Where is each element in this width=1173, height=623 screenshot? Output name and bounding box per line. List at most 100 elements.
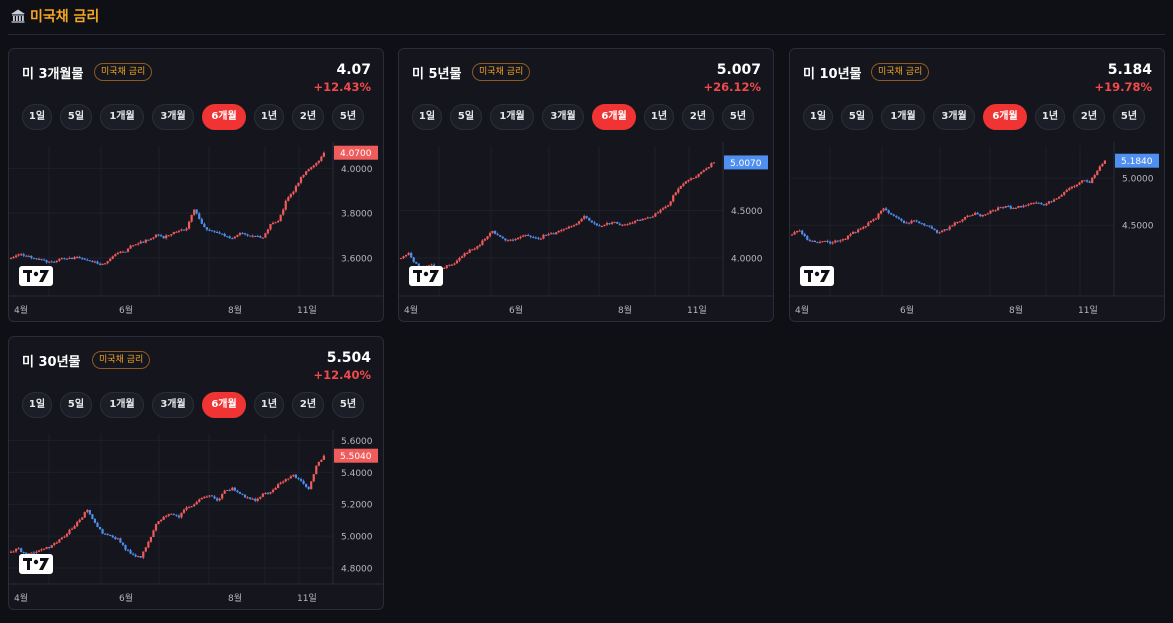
price-chart[interactable]: 5.0000 4.5000 5.1840 4월 6월 8월 11일 — [790, 142, 1165, 322]
candle-body — [483, 239, 487, 241]
candle-body — [78, 519, 81, 523]
period-button[interactable]: 2년 — [1073, 104, 1105, 130]
candle-body — [928, 225, 931, 227]
candle-body — [198, 213, 201, 219]
candle-body — [91, 514, 94, 520]
candle-body — [193, 504, 196, 507]
candle-body — [218, 498, 221, 501]
period-button[interactable]: 1년 — [254, 392, 284, 418]
candle-body — [20, 548, 23, 552]
candle-body — [628, 223, 632, 225]
candle-body — [864, 226, 867, 228]
period-button[interactable]: 5년 — [332, 104, 364, 130]
period-button[interactable]: 1개월 — [100, 104, 144, 130]
period-button[interactable]: 3개월 — [152, 392, 194, 418]
candle-body — [867, 222, 870, 227]
candle-body — [1035, 202, 1038, 204]
candle-body — [593, 222, 596, 224]
price-chart[interactable]: 5.6000 5.4000 5.2000 5.0000 4.8000 5.5040 4월 6월… — [9, 430, 384, 610]
x-tick-label: 8월 — [228, 592, 242, 604]
period-button[interactable]: 5일 — [60, 392, 92, 418]
candle-body — [317, 160, 320, 163]
logo-dot — [423, 271, 429, 277]
candle-body — [501, 236, 504, 239]
period-button[interactable]: 2년 — [682, 104, 714, 130]
period-button[interactable]: 1일 — [22, 392, 52, 418]
price-chart[interactable]: 4.5000 4.0000 5.0070 4월 6월 8월 11일 — [399, 142, 774, 322]
candle-body — [846, 235, 850, 240]
period-button[interactable]: 6개월 — [202, 392, 246, 418]
logo-stem — [417, 270, 420, 282]
candle-body — [907, 222, 911, 224]
candle-body — [443, 267, 446, 269]
candle-body — [12, 551, 15, 553]
price-chart[interactable]: 4.0000 3.8000 3.6000 4.0700 4월 6월 8월 11일 — [9, 142, 384, 322]
period-button[interactable]: 3개월 — [933, 104, 975, 130]
candle-body — [63, 258, 66, 260]
candle-body — [682, 183, 685, 187]
candle-body — [9, 551, 13, 553]
candle-body — [307, 169, 310, 172]
candle-body — [190, 214, 193, 222]
candle-body — [292, 474, 295, 477]
period-button[interactable]: 5년 — [332, 392, 364, 418]
period-button[interactable]: 1일 — [803, 104, 833, 130]
candle-body — [549, 233, 553, 235]
candle-body — [943, 229, 946, 231]
period-button[interactable]: 5년 — [1113, 104, 1145, 130]
period-button[interactable]: 1일 — [22, 104, 52, 130]
period-button[interactable]: 1개월 — [490, 104, 534, 130]
candle-body — [801, 230, 804, 235]
candle-body — [289, 193, 292, 198]
period-button[interactable]: 1년 — [644, 104, 674, 130]
candle-body — [81, 517, 84, 520]
candle-body — [811, 240, 814, 242]
period-button[interactable]: 5년 — [722, 104, 754, 130]
candle-body — [626, 224, 629, 226]
period-button[interactable]: 1년 — [254, 104, 284, 130]
candle-body — [412, 257, 415, 262]
period-button[interactable]: 1년 — [1035, 104, 1065, 130]
period-button[interactable]: 1개월 — [881, 104, 925, 130]
period-button[interactable]: 5일 — [841, 104, 873, 130]
candle-body — [208, 495, 211, 497]
rate-card: 미 5년물 미국채 금리 5.007 +26.12% 1일 5일 1개월 3개월 6개월 1년 2년… — [398, 48, 774, 322]
period-button[interactable]: 1일 — [412, 104, 442, 130]
period-button[interactable]: 3개월 — [152, 104, 194, 130]
candle-body — [664, 206, 667, 209]
period-button[interactable]: 2년 — [292, 104, 324, 130]
candle-body — [700, 171, 703, 174]
period-button[interactable]: 1개월 — [100, 392, 144, 418]
period-button[interactable]: 5일 — [60, 104, 92, 130]
period-button[interactable]: 5일 — [450, 104, 482, 130]
period-button[interactable]: 6개월 — [983, 104, 1027, 130]
candle-body — [585, 216, 588, 218]
candle-body — [968, 215, 972, 217]
period-button[interactable]: 6개월 — [592, 104, 636, 130]
candle-body — [170, 513, 173, 515]
candle-body — [88, 260, 91, 262]
candle-body — [1103, 160, 1107, 164]
candle-body — [210, 495, 214, 497]
period-button[interactable]: 6개월 — [202, 104, 246, 130]
candle-body — [132, 245, 135, 247]
candle-body — [839, 240, 842, 242]
candle-body — [187, 221, 191, 229]
candle-body — [271, 222, 275, 225]
candle-body — [81, 258, 84, 260]
candle-body — [40, 549, 43, 551]
period-button[interactable]: 3개월 — [542, 104, 584, 130]
last-price-label: 5.5040 — [340, 452, 372, 462]
period-button[interactable]: 2년 — [292, 392, 324, 418]
candle-body — [1101, 163, 1104, 167]
candle-body — [182, 509, 186, 513]
candle-body — [547, 234, 550, 236]
candle-body — [147, 541, 150, 548]
candle-body — [317, 461, 320, 466]
candle-body — [1068, 188, 1071, 191]
candle-body — [185, 507, 188, 510]
candle-body — [621, 224, 624, 226]
candle-body — [641, 218, 644, 221]
candle-body — [231, 238, 234, 240]
candle-body — [616, 222, 619, 224]
